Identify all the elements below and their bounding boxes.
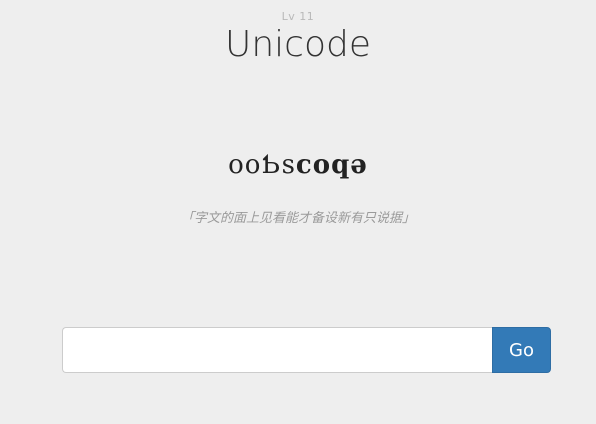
answer-form: Go (62, 327, 551, 373)
puzzle-title: Unicode (225, 24, 371, 65)
go-button[interactable]: Go (492, 327, 551, 373)
game-page: Lv 11 Unicode ooƄscoqǝ 「字文的面上见看能才备设新有只说据… (0, 0, 596, 424)
puzzle-text-light: ooƄs (228, 150, 296, 180)
puzzle-text-bold: coqǝ (295, 150, 368, 180)
level-indicator: Lv 11 (281, 10, 315, 23)
answer-input[interactable] (62, 327, 492, 373)
puzzle-hint: 「字文的面上见看能才备设新有只说据」 (180, 211, 415, 226)
puzzle-text: ooƄscoqǝ (0, 150, 596, 180)
